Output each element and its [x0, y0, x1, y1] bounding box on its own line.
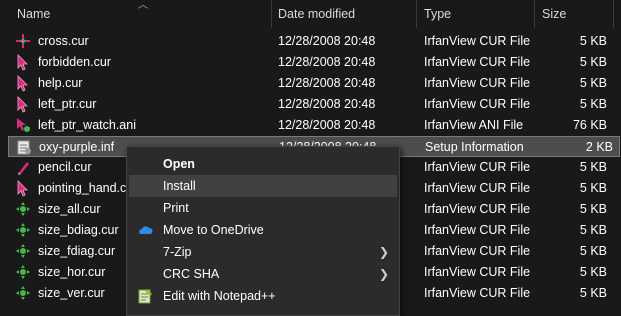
file-name[interactable]: cross.cur	[38, 31, 89, 52]
chevron-right-icon: ❯	[378, 267, 389, 281]
onedrive-icon	[137, 222, 153, 238]
chevron-right-icon: ❯	[378, 245, 389, 259]
context-menu: Open Install Print Move to OneDrive 7-Zip ❯ CR…	[126, 146, 400, 316]
file-size: 5 KB	[579, 97, 607, 111]
file-date: 12/28/2008 20:48	[278, 76, 376, 90]
menu-item-label: Install	[163, 179, 196, 193]
column-size-header[interactable]: Size	[542, 0, 566, 28]
menu-item-label: Open	[163, 157, 195, 171]
column-header: ︿ Name Date modified Type Size	[0, 0, 621, 28]
file-date: 12/28/2008 20:48	[278, 55, 376, 69]
column-name-header[interactable]: Name	[17, 0, 50, 28]
file-date: 12/28/2008 20:48	[278, 118, 376, 132]
menu-item-label: CRC SHA	[163, 267, 220, 281]
file-type: IrfanView ANI File	[424, 118, 524, 132]
file-type: IrfanView CUR File	[424, 286, 531, 300]
cursor-resize-horizontal-icon	[15, 264, 31, 281]
file-size: 76 KB	[572, 118, 607, 132]
column-divider[interactable]	[416, 0, 417, 28]
file-size: 5 KB	[579, 160, 607, 174]
file-date: 12/28/2008 20:48	[278, 34, 376, 48]
file-name[interactable]: size_ver.cur	[38, 283, 105, 304]
cursor-pointer-icon	[15, 96, 31, 113]
file-size: 5 KB	[579, 55, 607, 69]
cursor-help-icon	[15, 75, 31, 92]
menu-item-label: Edit with Notepad++	[163, 289, 276, 303]
menu-item-crc-sha[interactable]: CRC SHA ❯	[129, 263, 397, 285]
cursor-resize-diag-icon	[15, 243, 31, 260]
menu-item-label: 7-Zip	[163, 245, 192, 259]
column-divider[interactable]	[613, 0, 614, 28]
file-type: IrfanView CUR File	[424, 202, 531, 216]
menu-item-move-to-onedrive[interactable]: Move to OneDrive	[129, 219, 397, 241]
sort-up-icon: ︿	[138, 0, 148, 11]
cursor-pencil-icon	[15, 159, 31, 176]
menu-item-label: Print	[163, 201, 189, 215]
table-row[interactable]: left_ptr.cur 12/28/2008 20:48 IrfanView CU…	[0, 94, 621, 115]
menu-item-install[interactable]: Install	[129, 175, 397, 197]
file-type: IrfanView CUR File	[424, 97, 531, 111]
table-row[interactable]: cross.cur 12/28/2008 20:48 IrfanView CUR F…	[0, 31, 621, 52]
file-size: 5 KB	[579, 76, 607, 90]
cursor-resize-vertical-icon	[15, 285, 31, 302]
column-divider[interactable]	[534, 0, 535, 28]
file-size: 5 KB	[579, 223, 607, 237]
cursor-move-icon	[15, 201, 31, 218]
table-row[interactable]: left_ptr_watch.ani 12/28/2008 20:48 IrfanV…	[0, 115, 621, 136]
cursor-forbidden-icon	[15, 54, 31, 71]
cursor-resize-diag-icon	[15, 222, 31, 239]
file-type: IrfanView CUR File	[424, 223, 531, 237]
file-name[interactable]: size_hor.cur	[38, 262, 105, 283]
file-size: 5 KB	[579, 286, 607, 300]
file-size: 5 KB	[579, 265, 607, 279]
file-type: IrfanView CUR File	[424, 265, 531, 279]
cursor-cross-icon	[15, 33, 31, 50]
file-name[interactable]: left_ptr_watch.ani	[38, 115, 136, 136]
file-size: 5 KB	[579, 244, 607, 258]
file-name[interactable]: pointing_hand.cu	[38, 178, 133, 199]
table-row[interactable]: help.cur 12/28/2008 20:48 IrfanView CUR Fi…	[0, 73, 621, 94]
file-type: IrfanView CUR File	[424, 55, 531, 69]
cursor-hand-icon	[15, 180, 31, 197]
menu-item-edit-with-notepad[interactable]: Edit with Notepad++	[129, 285, 397, 307]
file-type: IrfanView CUR File	[424, 76, 531, 90]
file-size: 2 KB	[585, 140, 613, 154]
menu-item-label: Move to OneDrive	[163, 223, 264, 237]
file-name[interactable]: oxy-purple.inf	[39, 137, 114, 158]
file-date: 12/28/2008 20:48	[278, 97, 376, 111]
column-divider[interactable]	[271, 0, 272, 28]
menu-item-7-zip[interactable]: 7-Zip ❯	[129, 241, 397, 263]
file-name[interactable]: forbidden.cur	[38, 52, 111, 73]
file-type: Setup Information	[425, 140, 524, 154]
file-name[interactable]: left_ptr.cur	[38, 94, 96, 115]
file-type: IrfanView CUR File	[424, 244, 531, 258]
menu-item-open[interactable]: Open	[129, 153, 397, 175]
file-type: IrfanView CUR File	[424, 160, 531, 174]
file-type: IrfanView CUR File	[424, 34, 531, 48]
file-name[interactable]: size_fdiag.cur	[38, 241, 115, 262]
menu-item-print[interactable]: Print	[129, 197, 397, 219]
file-name[interactable]: size_all.cur	[38, 199, 101, 220]
table-row[interactable]: forbidden.cur 12/28/2008 20:48 IrfanView C…	[0, 52, 621, 73]
file-name[interactable]: pencil.cur	[38, 157, 92, 178]
cursor-busy-icon	[15, 117, 31, 134]
file-name[interactable]: size_bdiag.cur	[38, 220, 119, 241]
file-size: 5 KB	[579, 34, 607, 48]
column-date-header[interactable]: Date modified	[278, 0, 355, 28]
notepadpp-icon	[137, 288, 153, 304]
setup-info-icon	[16, 139, 32, 156]
file-type: IrfanView CUR File	[424, 181, 531, 195]
file-name[interactable]: help.cur	[38, 73, 82, 94]
file-size: 5 KB	[579, 202, 607, 216]
column-type-header[interactable]: Type	[424, 0, 451, 28]
file-size: 5 KB	[579, 181, 607, 195]
